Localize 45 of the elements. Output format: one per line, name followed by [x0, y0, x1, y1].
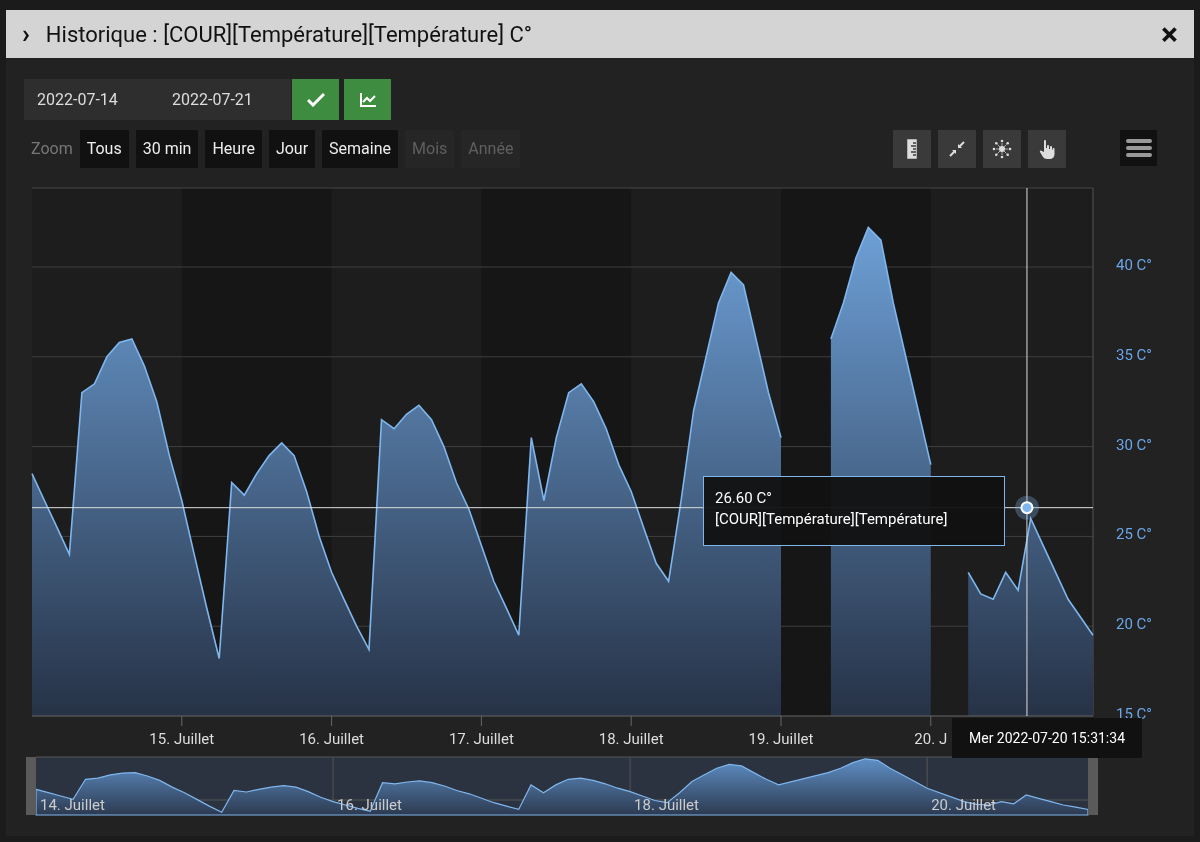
x-axis-label: 16. Juillet: [299, 730, 365, 748]
x-axis-label: 20. J: [914, 730, 948, 748]
x-axis-label: 15. Juillet: [149, 730, 215, 748]
hub-icon: [992, 139, 1012, 159]
pan-button[interactable]: [1028, 130, 1066, 168]
x-axis-label: 18. Juillet: [598, 730, 664, 748]
expand-icon[interactable]: ›: [22, 21, 30, 47]
crosshair-time-label: Mer 2022-07-20 15:31:34: [952, 718, 1142, 758]
ruler-button[interactable]: [893, 130, 931, 168]
confirm-button[interactable]: [292, 79, 339, 120]
y-axis-label: 20 C°: [1116, 615, 1152, 634]
zoom-button[interactable]: Heure: [205, 130, 262, 168]
menu-button[interactable]: [1120, 130, 1157, 166]
hand-icon: [1039, 139, 1055, 159]
zoom-label: Zoom: [30, 138, 73, 160]
y-axis-label: 40 C°: [1116, 256, 1152, 274]
network-button[interactable]: [983, 130, 1021, 168]
x-axis-label: 19. Juillet: [748, 730, 814, 748]
navigator-handle[interactable]: [1088, 757, 1098, 815]
zoom-button[interactable]: Tous: [79, 130, 129, 168]
tooltip-series: [COUR][Température][Température]: [715, 509, 949, 530]
zoom-button[interactable]: Semaine: [322, 130, 399, 168]
date-range-field[interactable]: 2022-07-14 2022-07-21: [24, 79, 291, 120]
check-icon: [306, 92, 325, 107]
close-icon[interactable]: ×: [1161, 18, 1178, 50]
ruler-icon: [907, 139, 917, 159]
start-date[interactable]: 2022-07-14: [24, 87, 172, 112]
zoom-button[interactable]: Jour: [268, 130, 316, 168]
y-axis-label: 35 C°: [1116, 345, 1152, 364]
zoom-button[interactable]: 30 min: [135, 130, 199, 168]
hover-point: [1020, 501, 1034, 515]
navigator-label: 18. Juillet: [634, 796, 699, 814]
chart-button[interactable]: [344, 79, 391, 120]
line-chart-icon: [358, 91, 377, 108]
window-title: Historique : [COUR][Température][Température] C°: [45, 20, 533, 49]
navigator-label: 14. Juillet: [40, 796, 105, 814]
compress-icon: [949, 141, 965, 157]
menu-icon: [1125, 138, 1152, 158]
end-date[interactable]: 2022-07-21: [172, 87, 253, 112]
y-axis-label: 25 C°: [1116, 525, 1152, 544]
navigator-handle[interactable]: [26, 757, 36, 815]
x-axis-label: 17. Juillet: [448, 730, 514, 748]
tooltip-value: 26.60 C°: [715, 488, 773, 509]
compress-button[interactable]: [938, 130, 976, 168]
y-axis-label: 30 C°: [1116, 435, 1152, 454]
